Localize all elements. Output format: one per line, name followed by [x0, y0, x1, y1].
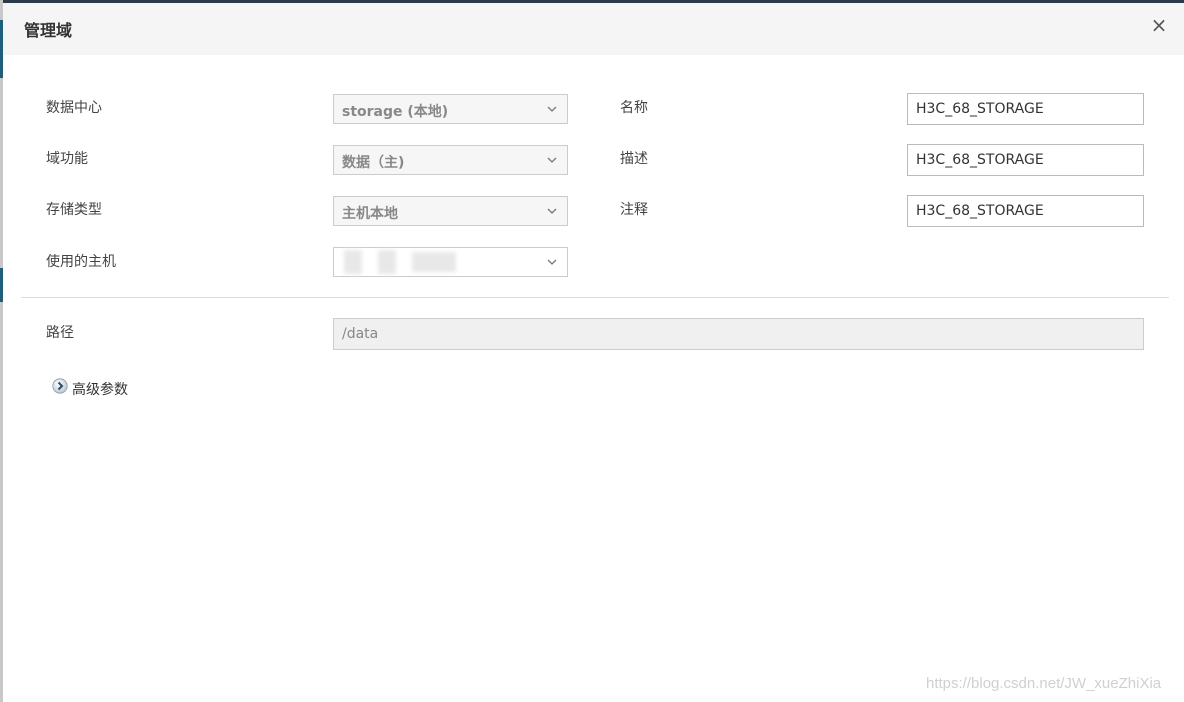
description-value: H3C_68_STORAGE — [916, 152, 1044, 168]
storage-type-value: 主机本地 — [342, 206, 398, 222]
storage-type-select[interactable]: 主机本地 — [333, 196, 568, 226]
redacted-mark — [412, 252, 456, 272]
watermark-text: https://blog.csdn.net/JW_xueZhiXia — [926, 675, 1162, 692]
chevron-down-icon — [547, 259, 557, 265]
path-value: /data — [342, 326, 379, 342]
redacted-mark — [344, 250, 362, 274]
datacenter-value: storage (本地) — [342, 104, 449, 120]
close-icon: × — [1150, 13, 1168, 37]
name-value: H3C_68_STORAGE — [916, 101, 1044, 117]
storage-type-label: 存储类型 — [46, 202, 102, 218]
description-label: 描述 — [620, 151, 648, 167]
datacenter-label: 数据中心 — [46, 100, 102, 116]
domain-function-label: 域功能 — [46, 151, 88, 167]
domain-function-value: 数据（主) — [342, 155, 405, 171]
name-label: 名称 — [620, 100, 648, 116]
manage-domain-dialog: 管理域 × 数据中心 storage (本地) 域功能 数据（主) 存储类型 主… — [3, 3, 1184, 702]
dialog-title: 管理域 — [24, 21, 73, 40]
datacenter-select[interactable]: storage (本地) — [333, 94, 568, 124]
description-field[interactable]: H3C_68_STORAGE — [907, 144, 1144, 176]
path-field[interactable]: /data — [333, 318, 1144, 350]
chevron-down-icon — [547, 157, 557, 163]
redacted-mark — [378, 250, 396, 274]
chevron-down-icon — [547, 208, 557, 214]
advanced-params-label: 高级参数 — [72, 382, 128, 398]
close-button[interactable]: × — [1147, 13, 1171, 37]
name-field[interactable]: H3C_68_STORAGE — [907, 93, 1144, 125]
host-select[interactable] — [333, 247, 568, 277]
domain-function-select[interactable]: 数据（主) — [333, 145, 568, 175]
chevron-down-icon — [547, 106, 557, 112]
comment-field[interactable]: H3C_68_STORAGE — [907, 195, 1144, 227]
section-divider — [21, 297, 1169, 298]
comment-value: H3C_68_STORAGE — [916, 203, 1044, 219]
comment-label: 注释 — [620, 202, 648, 218]
dialog-header: 管理域 × — [3, 3, 1184, 55]
chevron-right-circle-icon — [52, 378, 68, 394]
path-label: 路径 — [46, 325, 74, 341]
host-label: 使用的主机 — [46, 254, 116, 270]
